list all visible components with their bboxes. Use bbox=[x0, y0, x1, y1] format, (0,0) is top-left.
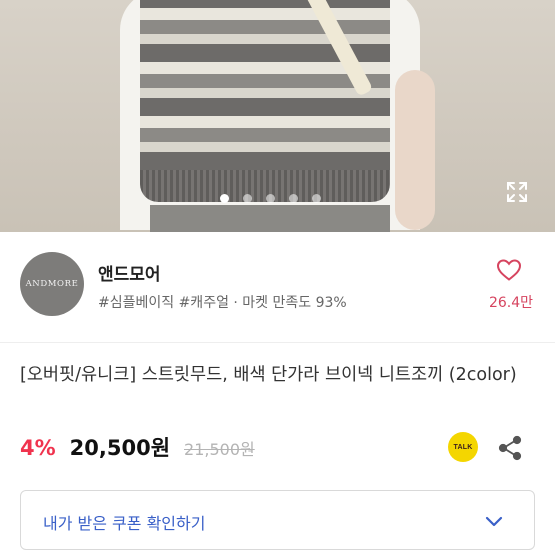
chevron-down-icon bbox=[485, 516, 503, 527]
coupon-label: 내가 받은 쿠폰 확인하기 bbox=[43, 514, 206, 533]
shop-name[interactable]: 앤드모어 bbox=[98, 260, 161, 285]
like-count: 26.4만 bbox=[488, 295, 533, 311]
kakao-talk-icon[interactable]: TALK bbox=[448, 432, 478, 462]
coupon-check-button[interactable]: 내가 받은 쿠폰 확인하기 bbox=[20, 490, 535, 550]
carousel-dot[interactable] bbox=[289, 194, 298, 203]
talk-icon-label: TALK bbox=[453, 443, 473, 451]
sale-price: 20,500원 bbox=[69, 436, 171, 460]
shop-info[interactable]: ANDMORE 앤드모어 #심플베이직 #캐주얼 · 마켓 만족도 93% 26… bbox=[0, 232, 555, 343]
product-photo-arm bbox=[395, 70, 435, 230]
carousel-dot[interactable] bbox=[266, 194, 275, 203]
share-icon[interactable] bbox=[497, 435, 523, 461]
shop-logo[interactable]: ANDMORE bbox=[20, 252, 84, 316]
original-price: 21,500원 bbox=[184, 440, 255, 459]
shop-tags: #심플베이직 #캐주얼 · 마켓 만족도 93% bbox=[98, 295, 347, 311]
product-title: [오버핏/유니크] 스트릿무드, 배색 단가라 브이넥 니트조끼 (2color… bbox=[20, 365, 517, 385]
carousel-dot[interactable] bbox=[312, 194, 321, 203]
carousel-dot[interactable] bbox=[220, 194, 229, 203]
shop-logo-text: ANDMORE bbox=[25, 279, 79, 289]
product-image[interactable] bbox=[0, 0, 555, 232]
heart-icon[interactable] bbox=[496, 258, 522, 282]
product-photo-skirt bbox=[150, 205, 390, 232]
expand-icon[interactable] bbox=[505, 180, 529, 204]
carousel-dot[interactable] bbox=[243, 194, 252, 203]
carousel-indicator bbox=[220, 194, 321, 203]
discount-rate: 4% bbox=[20, 436, 56, 460]
price-row: 4% 20,500원 21,500원 bbox=[20, 432, 255, 462]
